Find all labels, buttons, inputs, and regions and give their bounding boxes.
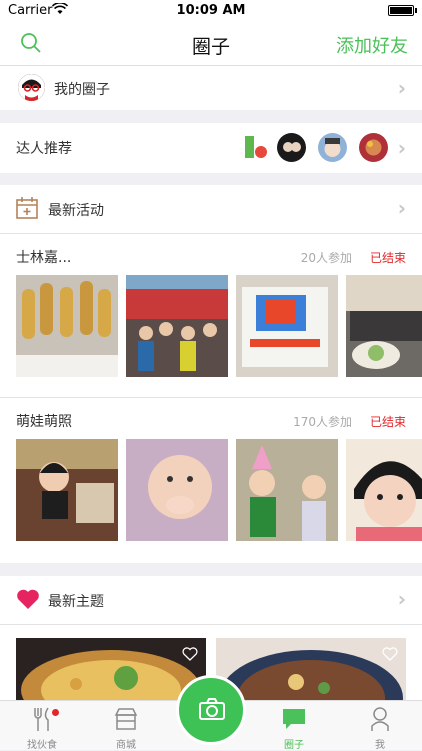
tab-label: 商城 bbox=[116, 740, 136, 751]
divider bbox=[0, 624, 422, 625]
activity-photo[interactable] bbox=[236, 275, 338, 377]
activity-status: 已结束 bbox=[369, 415, 406, 429]
store-icon bbox=[113, 706, 139, 732]
expert-avatar[interactable] bbox=[241, 133, 270, 162]
expert-avatar[interactable] bbox=[318, 133, 347, 162]
latest-activities-card: 最新活动 › 士林嘉... 20人参加 已结束 萌娃萌照 170人参加 已结束 bbox=[0, 185, 422, 563]
activity-photo[interactable] bbox=[126, 275, 228, 377]
tab-label: 我 bbox=[375, 740, 385, 751]
avatar bbox=[18, 74, 45, 101]
tab-find-food[interactable]: 找伙食 bbox=[0, 701, 84, 751]
tab-bar: 找伙食 商城 圈子 我 bbox=[0, 675, 422, 751]
like-icon[interactable] bbox=[182, 646, 198, 665]
recommend-row[interactable]: 达人推荐 › bbox=[0, 123, 422, 173]
divider bbox=[0, 397, 422, 398]
add-friend-button[interactable]: 添加好友 bbox=[336, 32, 408, 58]
activity-photo[interactable] bbox=[346, 275, 422, 377]
tab-label: 找伙食 bbox=[27, 740, 57, 751]
tab-label: 圈子 bbox=[284, 740, 304, 751]
chat-bubble-icon bbox=[281, 706, 307, 732]
divider bbox=[0, 233, 422, 234]
clock: 10:09 AM bbox=[176, 3, 246, 18]
activity-name: 士林嘉... bbox=[16, 250, 72, 266]
tab-me[interactable]: 我 bbox=[338, 701, 422, 751]
chevron-right-icon: › bbox=[397, 136, 406, 160]
tab-shop[interactable]: 商城 bbox=[84, 701, 168, 751]
chevron-right-icon[interactable]: › bbox=[398, 196, 406, 220]
camera-icon bbox=[199, 698, 225, 724]
person-icon bbox=[367, 706, 393, 732]
status-bar: Carrier 10:09 AM bbox=[0, 0, 422, 22]
like-icon[interactable] bbox=[382, 646, 398, 665]
activity-name: 萌娃萌照 bbox=[16, 414, 72, 430]
heart-icon bbox=[16, 588, 40, 610]
expert-avatar[interactable] bbox=[359, 133, 388, 162]
activity-photo[interactable] bbox=[16, 439, 118, 541]
activity-count: 20人参加 bbox=[300, 251, 352, 265]
camera-button[interactable] bbox=[176, 675, 246, 745]
my-circle-row[interactable]: 我的圈子 › bbox=[0, 66, 422, 110]
recommend-label: 达人推荐 bbox=[16, 141, 72, 157]
chevron-right-icon: › bbox=[397, 76, 406, 100]
activity-status: 已结束 bbox=[369, 251, 406, 265]
section-title: 最新活动 bbox=[48, 203, 104, 219]
calendar-icon bbox=[16, 197, 38, 219]
topic-photo[interactable] bbox=[16, 638, 206, 700]
notification-dot bbox=[52, 709, 59, 716]
section-title: 最新主题 bbox=[48, 594, 104, 610]
chevron-right-icon[interactable]: › bbox=[398, 587, 406, 611]
topic-photo[interactable] bbox=[216, 638, 406, 700]
activity-count: 170人参加 bbox=[293, 415, 352, 429]
activity-photo[interactable] bbox=[16, 275, 118, 377]
activity-photo[interactable] bbox=[346, 439, 422, 541]
activity-photo[interactable] bbox=[236, 439, 338, 541]
battery-tip bbox=[415, 8, 417, 13]
expert-avatar[interactable] bbox=[277, 133, 306, 162]
tab-circle[interactable]: 圈子 bbox=[252, 701, 336, 751]
nav-bar: 圈子 添加好友 bbox=[0, 22, 422, 66]
battery-icon bbox=[388, 5, 414, 16]
activity-photo[interactable] bbox=[126, 439, 228, 541]
fork-knife-icon bbox=[29, 706, 55, 732]
my-circle-label: 我的圈子 bbox=[54, 82, 110, 98]
